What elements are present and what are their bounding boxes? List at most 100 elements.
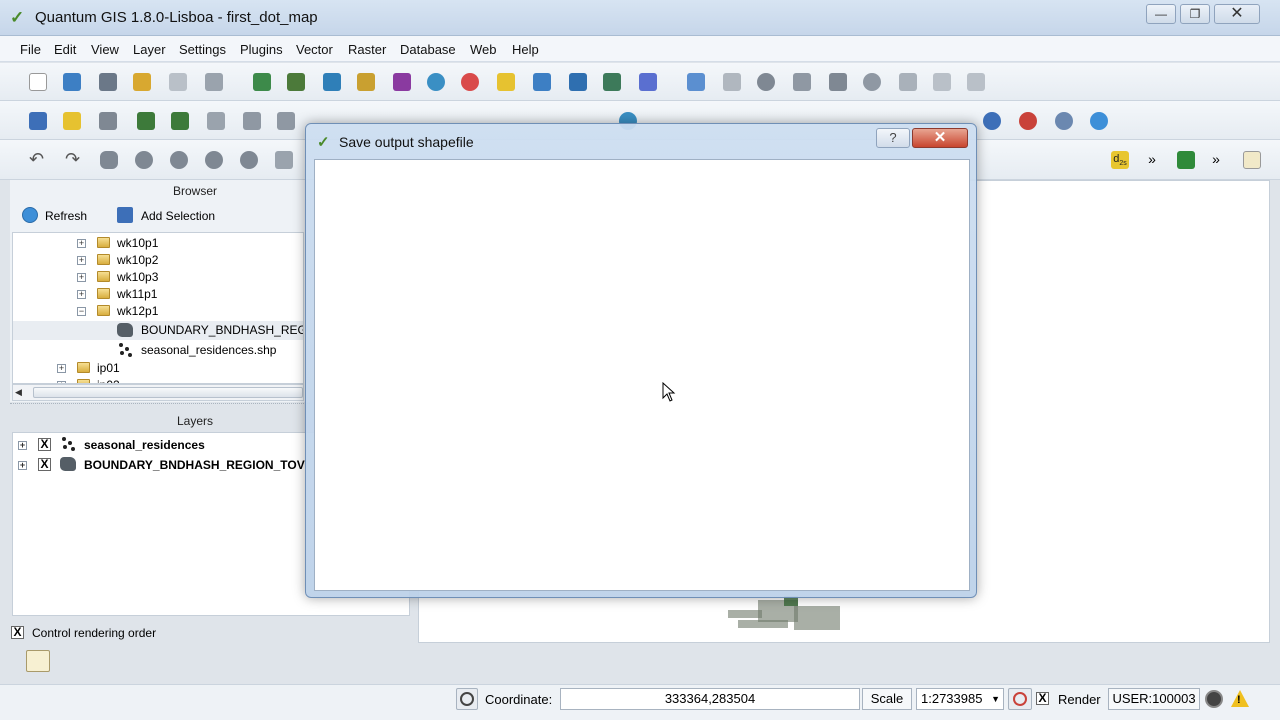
cut-features-button[interactable] [896, 70, 920, 94]
reshape-button[interactable] [240, 109, 264, 133]
tree-item-boundary[interactable]: BOUNDARY_BNDHASH_REGI [13, 321, 303, 340]
node-tool-button[interactable] [826, 70, 850, 94]
zoom-last-button[interactable] [1016, 109, 1040, 133]
toggle-editing-button[interactable] [684, 70, 708, 94]
new-layer-button[interactable] [60, 109, 84, 133]
stop-rendering-button[interactable] [1008, 688, 1032, 710]
python-console-button[interactable] [1240, 148, 1264, 172]
remove-layer-tool-button[interactable] [96, 109, 120, 133]
coordinate-field[interactable]: 333364,283504 [560, 688, 860, 710]
tree-item-wk10p1[interactable]: + wk10p1 [13, 235, 303, 252]
expand-icon[interactable]: + [77, 273, 86, 282]
offset-curve-button[interactable] [274, 109, 298, 133]
notes-icon[interactable] [26, 650, 50, 672]
toolbar-overflow-button[interactable]: » [1140, 148, 1164, 172]
dialog-close-button[interactable]: ✕ [912, 128, 968, 148]
panel-splitter[interactable] [10, 403, 310, 413]
crs-globe-icon[interactable] [1205, 690, 1223, 708]
expand-icon[interactable]: + [77, 256, 86, 265]
tree-item-seasonal-residences[interactable]: seasonal_residences.shp [13, 341, 303, 360]
layer-tool-button[interactable] [26, 109, 50, 133]
save-as-button[interactable] [130, 70, 154, 94]
expand-icon[interactable]: + [77, 290, 86, 299]
add-ring-adv-button[interactable] [132, 148, 156, 172]
menu-database[interactable]: Database [400, 42, 456, 57]
tree-item-wk11p1[interactable]: + wk11p1 [13, 286, 303, 303]
tree-item-ip02[interactable]: + ip02 [13, 377, 303, 383]
minimize-button[interactable]: — [1146, 4, 1176, 24]
add-wfs-layer-button[interactable] [566, 70, 590, 94]
menu-plugins[interactable]: Plugins [240, 42, 283, 57]
add-part-adv-button[interactable] [167, 148, 191, 172]
chevron-down-icon[interactable]: ▼ [991, 689, 1000, 709]
save-edits-button[interactable] [720, 70, 744, 94]
menu-file[interactable]: File [20, 42, 41, 57]
scrollbar-thumb[interactable] [33, 387, 303, 398]
new-shapefile-button[interactable] [494, 70, 518, 94]
menu-vector[interactable]: Vector [296, 42, 333, 57]
menu-layer[interactable]: Layer [133, 42, 166, 57]
add-raster-layer-button[interactable] [284, 70, 308, 94]
expand-icon[interactable]: + [18, 441, 27, 450]
add-wcs-layer-button[interactable] [458, 70, 482, 94]
toggle-coordinate-button[interactable] [456, 688, 478, 710]
d2s-button[interactable]: d2s [1108, 148, 1132, 172]
tree-item-wk10p3[interactable]: + wk10p3 [13, 269, 303, 286]
expand-icon[interactable]: + [77, 239, 86, 248]
fill-ring-button[interactable] [204, 109, 228, 133]
move-feature-button[interactable] [790, 70, 814, 94]
menu-web[interactable]: Web [470, 42, 497, 57]
save-project-button[interactable] [96, 70, 120, 94]
add-part-button[interactable] [168, 109, 192, 133]
expand-icon[interactable]: + [57, 364, 66, 373]
expand-icon[interactable]: + [18, 461, 27, 470]
menu-raster[interactable]: Raster [348, 42, 386, 57]
add-mssql-layer-button[interactable] [390, 70, 414, 94]
tree-item-wk10p2[interactable]: + wk10p2 [13, 252, 303, 269]
paste-features-button[interactable] [964, 70, 988, 94]
menu-help[interactable]: Help [512, 42, 539, 57]
undo-button[interactable]: ↶ [26, 148, 50, 172]
print-composer-button[interactable] [166, 70, 190, 94]
simplify-button[interactable] [97, 148, 121, 172]
open-project-button[interactable] [60, 70, 84, 94]
zoom-full-button[interactable] [980, 109, 1004, 133]
menu-edit[interactable]: Edit [54, 42, 76, 57]
add-vector-layer-button[interactable] [250, 70, 274, 94]
browser-refresh-button[interactable]: Refresh [45, 209, 87, 223]
collapse-icon[interactable]: − [77, 307, 86, 316]
refresh-map-button[interactable] [1087, 109, 1111, 133]
render-checkbox[interactable]: X [1036, 692, 1049, 705]
add-wms-layer-button[interactable] [424, 70, 448, 94]
add-spatialite-layer-button[interactable] [354, 70, 378, 94]
zoom-next-button[interactable] [1052, 109, 1076, 133]
tree-item-wk12p1[interactable]: − wk12p1 [13, 303, 303, 320]
layer-visibility-checkbox[interactable]: X [38, 458, 51, 471]
add-oracle-button[interactable] [636, 70, 660, 94]
toolbar-overflow-button-2[interactable]: » [1204, 148, 1228, 172]
delete-selected-button[interactable] [860, 70, 884, 94]
copy-features-button[interactable] [930, 70, 954, 94]
add-delimited-text-button[interactable] [600, 70, 624, 94]
layer-visibility-checkbox[interactable]: X [38, 438, 51, 451]
menu-view[interactable]: View [91, 42, 119, 57]
add-ring-button[interactable] [134, 109, 158, 133]
delete-part-button[interactable] [237, 148, 261, 172]
control-rendering-checkbox[interactable]: X [11, 626, 24, 639]
redo-button[interactable]: ↷ [62, 148, 86, 172]
close-window-button[interactable]: ✕ [1214, 4, 1260, 24]
split-features-button[interactable] [272, 148, 296, 172]
delete-ring-button[interactable] [202, 148, 226, 172]
remove-layer-button[interactable] [530, 70, 554, 94]
scroll-left-icon[interactable]: ◀ [15, 387, 22, 398]
crs-status-button[interactable]: USER:100003 [1108, 688, 1200, 710]
scale-combobox[interactable]: 1:2733985 ▼ [916, 688, 1004, 710]
dialog-help-button[interactable]: ? [876, 128, 910, 148]
add-selection-button[interactable]: Add Selection [141, 209, 215, 223]
plugin-button[interactable] [1174, 148, 1198, 172]
add-postgis-layer-button[interactable] [320, 70, 344, 94]
menu-settings[interactable]: Settings [179, 42, 226, 57]
browser-horizontal-scrollbar[interactable]: ◀ [12, 384, 304, 401]
new-project-button[interactable] [26, 70, 50, 94]
add-feature-button[interactable] [754, 70, 778, 94]
